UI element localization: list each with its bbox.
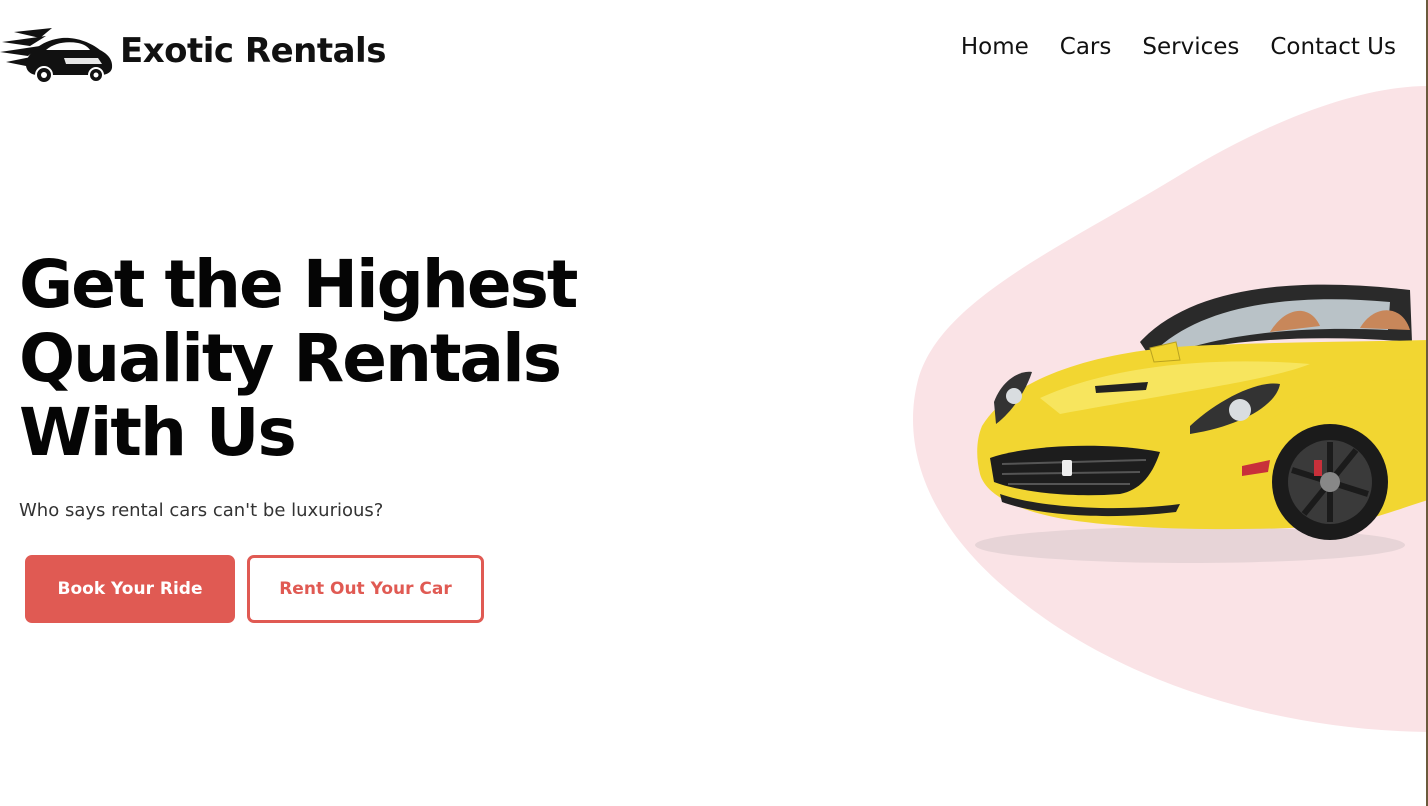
main-nav: Home Cars Services Contact Us [930,34,1396,60]
brand-name: Exotic Rentals [120,31,386,71]
hero-headline-line-3: With Us [19,394,297,471]
brand-logo[interactable]: Exotic Rentals [0,18,386,84]
hero-headline-line-1: Get the Highest [19,246,578,323]
hero-subtitle: Who says rental cars can't be luxurious? [19,500,384,521]
rent-out-your-car-button[interactable]: Rent Out Your Car [247,555,484,623]
hero-image [913,86,1428,732]
nav-cars-link[interactable]: Cars [1060,34,1112,60]
book-your-ride-button[interactable]: Book Your Ride [25,555,235,623]
sports-car-speed-icon [0,28,113,84]
hero-headline: Get the Highest Quality Rentals With Us [19,248,659,470]
nav-contact-us-link[interactable]: Contact Us [1270,34,1396,60]
nav-services-link[interactable]: Services [1142,34,1239,60]
nav-home-link[interactable]: Home [961,34,1029,60]
landing-page: Exotic Rentals Home Cars Services Contac… [0,0,1428,806]
hero-headline-line-2: Quality Rentals [19,320,562,397]
